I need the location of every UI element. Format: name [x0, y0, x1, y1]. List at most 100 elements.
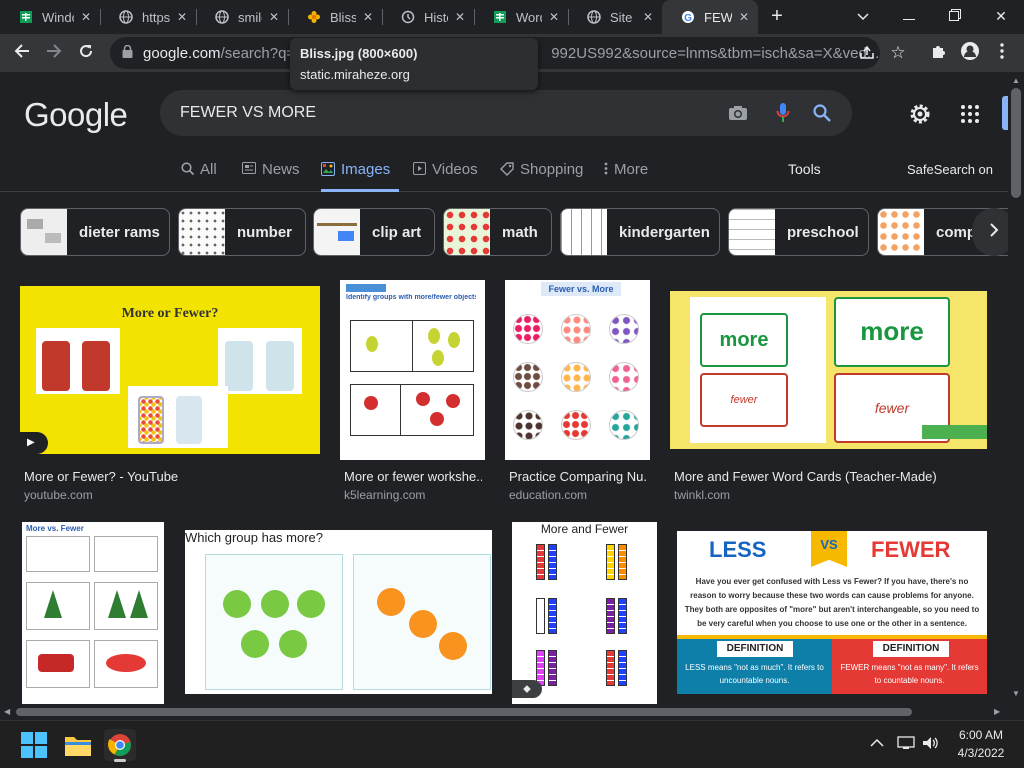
chip-preschool[interactable]: preschool: [728, 208, 869, 256]
network-button[interactable]: [897, 735, 917, 755]
file-explorer-button[interactable]: [62, 729, 94, 761]
result-title[interactable]: Practice Comparing Nu...: [509, 469, 647, 484]
close-icon[interactable]: ✕: [640, 9, 656, 25]
tray-overflow-button[interactable]: [870, 735, 886, 753]
tab-word[interactable]: Word ✕: [474, 0, 568, 34]
search-icon[interactable]: [810, 101, 834, 125]
clock-date[interactable]: 4/3/2022: [950, 746, 1012, 760]
restore-button[interactable]: [932, 0, 978, 32]
image-result[interactable]: Identify groups with more/fewer objects …: [340, 280, 485, 506]
tab-smile[interactable]: smile ✕: [196, 0, 288, 34]
chip-dieter-rams[interactable]: dieter rams: [20, 208, 170, 256]
news-icon: [242, 162, 256, 177]
tab-bliss[interactable]: Bliss.jp ✕: [288, 0, 382, 34]
scroll-right-icon[interactable]: ▶: [994, 707, 1000, 716]
clock-time[interactable]: 6:00 AM: [950, 728, 1012, 742]
search-input[interactable]: FEWER VS MORE: [160, 90, 852, 136]
close-window-button[interactable]: ✕: [978, 0, 1024, 32]
forward-button[interactable]: [40, 39, 68, 67]
tab-label: smile: [238, 9, 262, 25]
tab-label: More: [614, 161, 649, 178]
result-title[interactable]: More or fewer workshe...: [344, 469, 482, 484]
new-tab-button[interactable]: +: [762, 0, 792, 32]
reload-button[interactable]: [72, 39, 100, 67]
tab-fewer-active[interactable]: G FEWE ✕: [662, 0, 758, 34]
windows-icon: [18, 732, 50, 765]
settings-button[interactable]: [908, 102, 932, 126]
chip-kindergarten[interactable]: kindergarten: [560, 208, 720, 256]
tab-news[interactable]: News: [242, 158, 300, 192]
thumbnail-less-def: LESS means "not as much". It refers to u…: [685, 663, 824, 685]
close-icon[interactable]: ✕: [174, 9, 190, 25]
tab-site[interactable]: Site E ✕: [568, 0, 662, 34]
horizontal-scrollbar[interactable]: ◀ ▶: [0, 704, 1008, 720]
tab-images[interactable]: Images: [321, 158, 399, 192]
chip-thumbnail: [561, 209, 607, 255]
close-icon[interactable]: ✕: [360, 9, 376, 25]
menu-button[interactable]: [988, 39, 1016, 67]
thumbnail-caption: More vs. Fewer: [26, 524, 84, 533]
globe-icon: [214, 9, 230, 25]
tab-history[interactable]: Histo ✕: [382, 0, 474, 34]
chip-math[interactable]: math: [443, 208, 552, 256]
close-icon[interactable]: ✕: [452, 9, 468, 25]
microphone-icon[interactable]: [771, 101, 795, 125]
result-title[interactable]: More and Fewer Word Cards (Teacher-Made): [674, 469, 974, 484]
close-icon[interactable]: ✕: [78, 9, 94, 25]
tab-shopping[interactable]: Shopping: [500, 158, 583, 192]
chrome-taskbar-button[interactable]: [104, 729, 136, 762]
image-result[interactable]: more fewer more fewer More and Fewer Wor…: [670, 291, 987, 506]
vertical-scrollbar[interactable]: ▲ ▼: [1008, 72, 1024, 704]
safesearch-button[interactable]: SafeSearch on: [907, 158, 993, 192]
scroll-down-icon[interactable]: ▼: [1012, 689, 1020, 698]
image-result[interactable]: Fewer vs. More Practice Comparing Nu... …: [505, 280, 650, 506]
scroll-left-icon[interactable]: ◀: [4, 707, 10, 716]
camera-icon[interactable]: [726, 101, 750, 125]
tools-button[interactable]: Tools: [788, 158, 821, 192]
scroll-up-icon[interactable]: ▲: [1012, 76, 1020, 85]
chip-thumbnail: [444, 209, 490, 255]
minimize-button[interactable]: [886, 0, 932, 32]
google-logo[interactable]: Google: [24, 96, 128, 134]
profile-button[interactable]: [956, 39, 984, 67]
more-vert-icon: [1000, 42, 1004, 64]
chip-clip-art[interactable]: clip art: [313, 208, 435, 256]
image-result[interactable]: More vs. Fewer: [22, 522, 164, 704]
image-result[interactable]: More and Fewer ⬥: [512, 522, 657, 704]
apps-button[interactable]: [960, 104, 980, 124]
image-result[interactable]: LESS VS FEWER Have you ever get confused…: [677, 531, 987, 694]
image-result[interactable]: More or Fewer? ▶ More or Fewer? - YouTub…: [20, 286, 320, 506]
back-button[interactable]: [8, 39, 36, 67]
tab-more[interactable]: More: [604, 158, 648, 192]
result-title[interactable]: More or Fewer? - YouTube: [24, 469, 314, 484]
extensions-button[interactable]: [924, 39, 952, 67]
result-thumbnail: More and Fewer: [512, 522, 657, 704]
result-source[interactable]: twinkl.com: [674, 488, 730, 502]
chips-next-button[interactable]: [972, 208, 1008, 256]
side-panel-handle[interactable]: [1002, 96, 1008, 130]
search-results-page: Google FEWER VS MORE All News Images Vid…: [0, 72, 1008, 704]
volume-button[interactable]: [922, 735, 942, 755]
image-result[interactable]: Which group has more?: [185, 530, 492, 694]
scrollbar-thumb[interactable]: [16, 708, 912, 716]
bookmark-button[interactable]: ☆: [884, 39, 912, 67]
scrollbar-thumb[interactable]: [1011, 88, 1021, 198]
tab-search-button[interactable]: [840, 0, 886, 32]
close-icon[interactable]: ✕: [546, 9, 562, 25]
chip-number[interactable]: number: [178, 208, 306, 256]
result-thumbnail: Identify groups with more/fewer objects: [340, 280, 485, 460]
tab-https[interactable]: https: ✕: [100, 0, 196, 34]
result-source[interactable]: youtube.com: [24, 488, 93, 502]
share-button[interactable]: [853, 39, 881, 67]
start-button[interactable]: [18, 729, 50, 761]
tab-all[interactable]: All: [181, 158, 217, 192]
result-source[interactable]: education.com: [509, 488, 587, 502]
chip-thumbnail: [314, 209, 360, 255]
thumbnail-caption: More and Fewer: [540, 522, 629, 536]
close-icon[interactable]: ✕: [266, 9, 282, 25]
close-icon[interactable]: ✕: [736, 9, 752, 25]
result-source[interactable]: k5learning.com: [344, 488, 425, 502]
tab-videos[interactable]: Videos: [413, 158, 478, 192]
tab-windo[interactable]: Windo ✕: [0, 0, 100, 34]
chip-label: kindergarten: [619, 223, 710, 241]
